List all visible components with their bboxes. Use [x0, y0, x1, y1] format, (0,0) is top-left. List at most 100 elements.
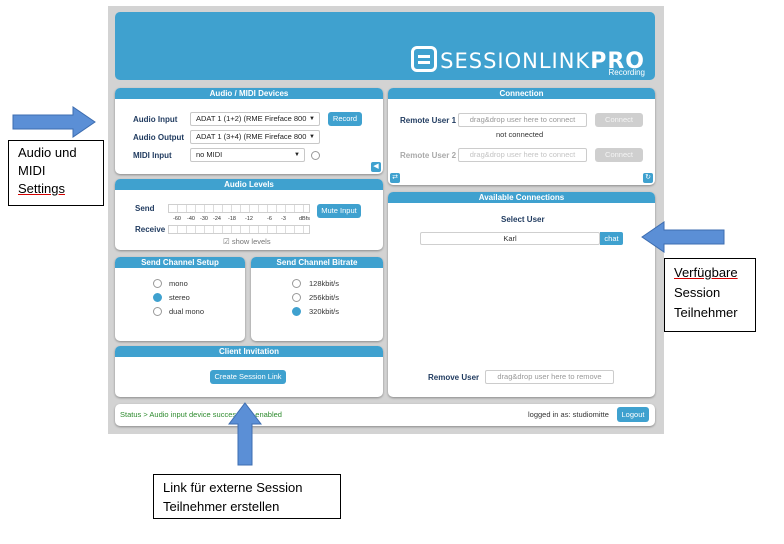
radio-row-dual-mono[interactable] [153, 307, 162, 316]
audio-output-value: ADAT 1 (3+4) (RME Fireface 800 [196, 132, 307, 141]
radio-row-mono[interactable] [153, 279, 162, 288]
arrow-up-icon [228, 402, 262, 466]
scale-tick: -18 [228, 216, 236, 222]
radio-label-mono: mono [169, 279, 188, 288]
annotation-session-line1: Verfügbare [674, 265, 738, 280]
radio-label-320: 320kbit/s [309, 307, 340, 316]
send-channel-title: Send Channel Setup [115, 257, 245, 268]
available-connections-panel: Available Connections Select User Karl c… [388, 192, 655, 397]
chevron-down-icon: ▼ [309, 116, 315, 122]
remote-user-2-label: Remote User 2 [400, 151, 457, 160]
scale-tick: -24 [213, 216, 221, 222]
receive-label: Receive [135, 225, 166, 234]
header-banner: SESSIONLINKPRO Recording [115, 12, 655, 80]
create-session-link-button[interactable]: Create Session Link [210, 370, 286, 384]
midi-input-select[interactable]: no MIDI ▼ [190, 148, 305, 162]
radio-row-320[interactable] [292, 307, 301, 316]
remove-user-label: Remove User [428, 373, 480, 382]
logo-s-icon [411, 46, 438, 72]
speaker-icon[interactable]: ◀ [371, 162, 381, 172]
radio-label-dual-mono: dual mono [169, 307, 205, 316]
radio-label-128: 128kbit/s [309, 279, 340, 288]
send-label: Send [135, 204, 155, 213]
remote-user-2-dropzone[interactable]: drag&drop user here to connect [458, 148, 587, 162]
meter-scale: -60 -40 -30 -24 -18 -12 -6 -3 dBfs [173, 216, 323, 224]
audio-midi-panel: Audio / MIDI Devices Audio Input ADAT 1 … [115, 88, 383, 174]
remove-user-dropzone[interactable]: drag&drop user here to remove [485, 370, 614, 384]
chat-button[interactable]: chat [600, 232, 623, 245]
annotation-link-line1: Link für externe Session [163, 480, 303, 495]
logo-sub-text: Recording [608, 68, 645, 77]
audio-output-select[interactable]: ADAT 1 (3+4) (RME Fireface 800 ▼ [190, 130, 320, 144]
remote-user-1-label: Remote User 1 [400, 116, 457, 125]
annotation-audio-midi-line3: Settings [18, 181, 65, 196]
annotation-session-line3: Teilnehmer [674, 305, 738, 320]
audio-midi-title: Audio / MIDI Devices [115, 88, 383, 99]
scale-tick: -30 [200, 216, 208, 222]
chevron-down-icon: ▼ [309, 134, 315, 140]
scale-tick: -3 [281, 216, 286, 222]
audio-input-label: Audio Input [133, 115, 178, 124]
annotation-audio-midi-line2: MIDI [18, 163, 46, 178]
client-invitation-panel: Client Invitation Create Session Link [115, 346, 383, 397]
scale-tick: -6 [267, 216, 272, 222]
show-levels-label: show levels [231, 237, 271, 246]
connect-button-2[interactable]: Connect [595, 148, 643, 162]
user-name: Karl [503, 234, 517, 243]
radio-row-256[interactable] [292, 293, 301, 302]
arrow-right-icon [12, 106, 96, 138]
annotation-link: Link für externe Session Teilnehmer erst… [153, 474, 341, 519]
status-bar: Status > Audio input device successfully… [115, 404, 655, 426]
user-list-item[interactable]: Karl [420, 232, 600, 245]
remote-user-1-status: not connected [496, 130, 544, 139]
bitrate-title: Send Channel Bitrate [251, 257, 383, 268]
midi-input-value: no MIDI [196, 150, 223, 159]
radio-row-128[interactable] [292, 279, 301, 288]
radio-320[interactable] [292, 307, 301, 316]
radio-label-stereo: stereo [169, 293, 190, 302]
client-invitation-title: Client Invitation [115, 346, 383, 357]
send-channel-panel: Send Channel Setup mono stereo dual mono [115, 257, 245, 341]
available-connections-title: Available Connections [388, 192, 655, 203]
scale-tick: -40 [187, 216, 195, 222]
remote-user-1-dropzone[interactable]: drag&drop user here to connect [458, 113, 587, 127]
radio-dual-mono[interactable] [153, 307, 162, 316]
midi-indicator [311, 151, 320, 160]
audio-output-label: Audio Output [133, 133, 185, 142]
swap-icon[interactable]: ⇄ [390, 173, 400, 183]
audio-levels-panel: Audio Levels Send -60 -40 -30 -24 -18 -1… [115, 179, 383, 250]
refresh-icon[interactable]: ↻ [643, 173, 653, 183]
select-user-label: Select User [501, 215, 545, 224]
annotation-link-line2: Teilnehmer erstellen [163, 499, 280, 514]
logo-main-text: SESSIONLINK [440, 49, 591, 73]
checkbox-check-icon: ☑ [223, 237, 230, 246]
audio-input-select[interactable]: ADAT 1 (1+2) (RME Fireface 800 ▼ [190, 112, 320, 126]
show-levels-checkbox[interactable]: ☑ show levels [223, 237, 271, 246]
annotation-session-line2: Session [674, 285, 721, 300]
radio-row-stereo[interactable] [153, 293, 162, 302]
arrow-left-icon [641, 221, 725, 253]
record-button[interactable]: Record [328, 112, 362, 126]
mute-input-button[interactable]: Mute Input [317, 204, 361, 218]
audio-levels-title: Audio Levels [115, 179, 383, 190]
chevron-down-icon: ▼ [294, 152, 300, 158]
sessionlink-logo: SESSIONLINKPRO Recording [411, 42, 645, 77]
radio-label-256: 256kbit/s [309, 293, 340, 302]
scale-tick: -12 [245, 216, 253, 222]
radio-128[interactable] [292, 279, 301, 288]
midi-input-label: MIDI Input [133, 151, 172, 160]
connect-button-1[interactable]: Connect [595, 113, 643, 127]
radio-stereo[interactable] [153, 293, 162, 302]
annotation-audio-midi-line1: Audio und [18, 145, 77, 160]
receive-meter [168, 225, 310, 234]
radio-mono[interactable] [153, 279, 162, 288]
bitrate-panel: Send Channel Bitrate 128kbit/s 256kbit/s… [251, 257, 383, 341]
annotation-audio-midi: Audio und MIDI Settings [8, 140, 104, 206]
connection-panel: Connection Remote User 1 drag&drop user … [388, 88, 655, 185]
scale-unit: dBfs [299, 216, 311, 222]
scale-tick: -60 [173, 216, 181, 222]
annotation-session: Verfügbare Session Teilnehmer [664, 258, 756, 332]
audio-input-value: ADAT 1 (1+2) (RME Fireface 800 [196, 114, 307, 123]
radio-256[interactable] [292, 293, 301, 302]
logout-button[interactable]: Logout [617, 407, 649, 422]
